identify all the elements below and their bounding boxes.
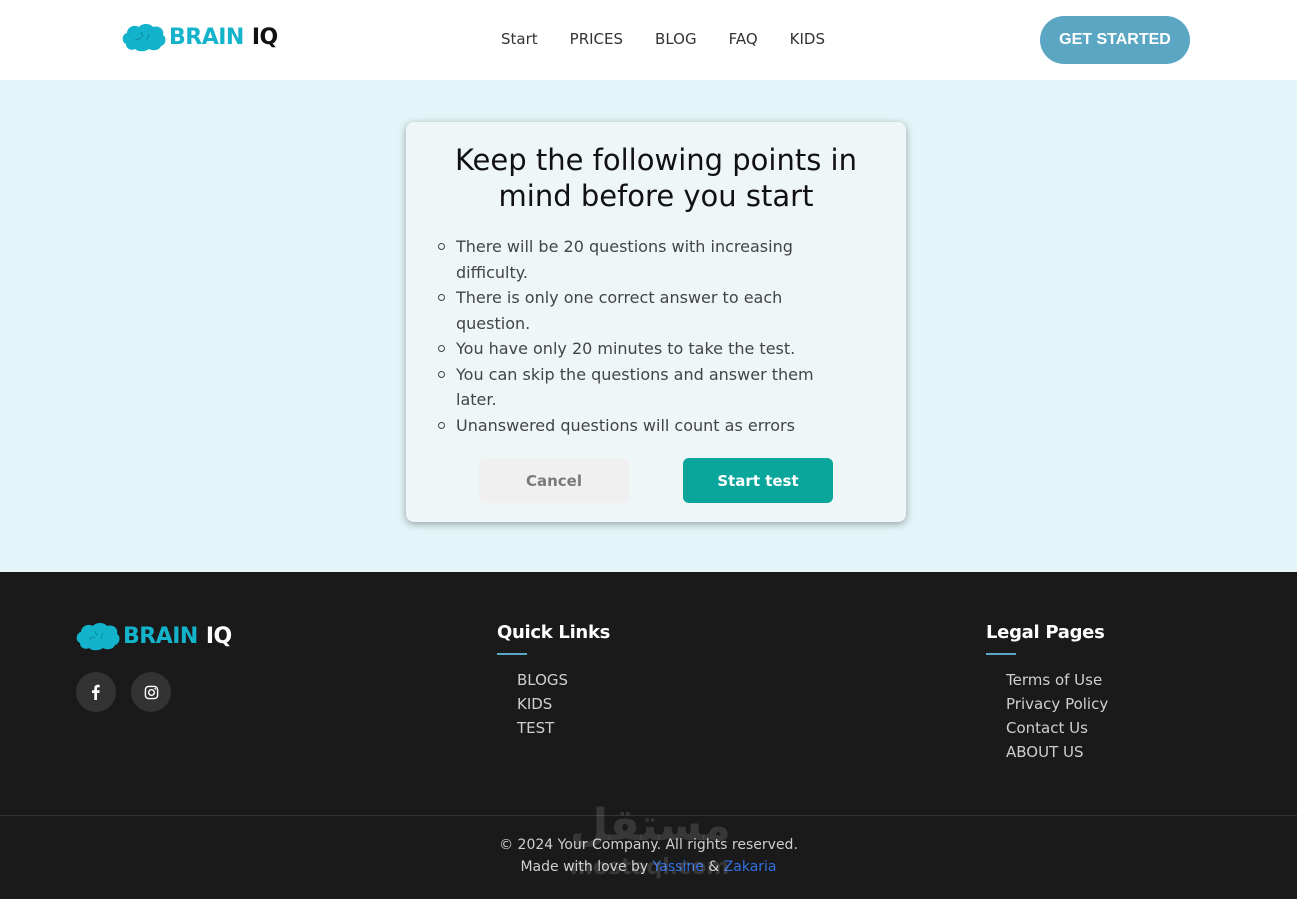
list-item: TEST xyxy=(517,716,568,740)
list-item: Contact Us xyxy=(1006,716,1108,740)
footer-divider xyxy=(0,815,1297,816)
list-item: There is only one correct answer to each… xyxy=(438,285,856,336)
list-item-text: You have only 20 minutes to take the tes… xyxy=(456,339,796,358)
site-header: BRAIN IQ Start PRICES BLOG FAQ KIDS GET … xyxy=(0,0,1297,80)
dialog-title: Keep the following points in mind before… xyxy=(454,143,857,213)
footer-link-test[interactable]: TEST xyxy=(517,719,554,737)
footer-link-terms[interactable]: Terms of Use xyxy=(1006,671,1102,689)
legal-pages-title: Legal Pages xyxy=(986,622,1105,643)
bullet-icon xyxy=(438,421,445,429)
list-item: ABOUT US xyxy=(1006,740,1108,764)
facebook-icon xyxy=(92,684,100,700)
logo-brain-text: BRAIN xyxy=(123,623,198,649)
footer-link-blogs[interactable]: BLOGS xyxy=(517,671,568,689)
instructions-dialog: Keep the following points in mind before… xyxy=(406,122,906,522)
facebook-button[interactable] xyxy=(76,672,116,712)
author-link-zakaria[interactable]: Zakaria xyxy=(724,859,777,875)
footer-link-privacy[interactable]: Privacy Policy xyxy=(1006,695,1108,713)
nav-faq[interactable]: FAQ xyxy=(729,30,758,48)
footer-link-about[interactable]: ABOUT US xyxy=(1006,743,1084,761)
list-item-text: There is only one correct answer to each… xyxy=(456,288,783,333)
logo-iq-text: IQ xyxy=(205,623,232,649)
logo-brain-text: BRAIN xyxy=(169,24,244,50)
bullet-icon xyxy=(438,345,445,352)
nav-prices[interactable]: PRICES xyxy=(570,30,623,48)
list-item: You have only 20 minutes to take the tes… xyxy=(438,336,856,362)
nav-start[interactable]: Start xyxy=(501,30,538,48)
get-started-button[interactable]: GET STARTED xyxy=(1040,16,1190,64)
cancel-button[interactable]: Cancel xyxy=(479,458,629,503)
nav-blog[interactable]: BLOG xyxy=(655,30,697,48)
list-item-text: Unanswered questions will count as error… xyxy=(456,415,795,435)
logo[interactable]: BRAIN IQ xyxy=(121,22,278,52)
bullet-icon xyxy=(438,294,445,301)
instagram-button[interactable] xyxy=(131,672,171,712)
main-nav: Start PRICES BLOG FAQ KIDS xyxy=(501,30,857,48)
list-item: Privacy Policy xyxy=(1006,692,1108,716)
bullet-icon xyxy=(438,370,445,378)
made-with-love-text: Made with love by Yassine & Zakaria xyxy=(0,859,1297,875)
quick-links-list: BLOGS KIDS TEST xyxy=(517,668,568,740)
brain-logo-icon xyxy=(122,24,166,52)
footer-link-kids[interactable]: KIDS xyxy=(517,695,552,713)
logo-iq-text: IQ xyxy=(251,24,278,50)
instructions-list: There will be 20 questions with increasi… xyxy=(438,234,856,439)
start-test-button[interactable]: Start test xyxy=(683,458,833,503)
list-item: Unanswered questions will count as error… xyxy=(438,413,856,439)
list-item: KIDS xyxy=(517,692,568,716)
list-item-text: You can skip the questions and answer th… xyxy=(456,364,814,410)
footer-logo[interactable]: BRAIN IQ xyxy=(75,621,232,651)
quick-links-title: Quick Links xyxy=(497,622,611,643)
made-prefix: Made with love by xyxy=(520,859,649,875)
bullet-icon xyxy=(438,243,445,250)
brain-logo-icon xyxy=(76,623,120,651)
list-item-text: There will be 20 questions with increasi… xyxy=(456,237,793,282)
legal-pages-list: Terms of Use Privacy Policy Contact Us A… xyxy=(1006,668,1108,764)
author-link-yassine[interactable]: Yassine xyxy=(653,859,704,875)
quick-links-underline xyxy=(497,653,527,655)
list-item: There will be 20 questions with increasi… xyxy=(438,234,856,285)
list-item: BLOGS xyxy=(517,668,568,692)
copyright-text: © 2024 Your Company. All rights reserved… xyxy=(499,837,798,853)
and-text: & xyxy=(708,859,720,875)
list-item: Terms of Use xyxy=(1006,668,1108,692)
instagram-icon xyxy=(144,685,158,699)
site-footer: BRAIN IQ Quick Links BLOGS KIDS TEST Leg… xyxy=(0,572,1297,899)
list-item: You can skip the questions and answer th… xyxy=(438,362,856,413)
legal-pages-underline xyxy=(986,653,1016,655)
footer-link-contact[interactable]: Contact Us xyxy=(1006,719,1088,737)
nav-kids[interactable]: KIDS xyxy=(790,30,825,48)
